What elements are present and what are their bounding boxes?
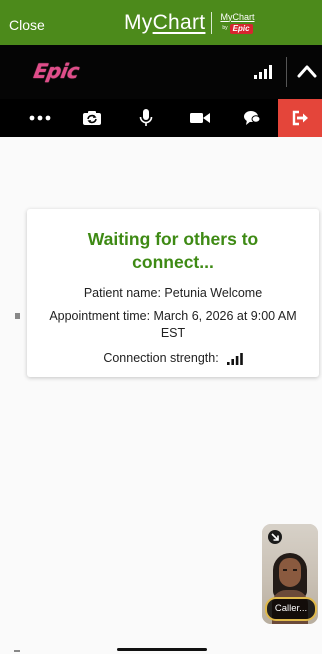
video-visit-header: Epic: [0, 45, 322, 99]
switch-camera-icon: [83, 111, 101, 125]
brand-small-logo: Epic: [229, 23, 253, 34]
chat-button[interactable]: [236, 99, 268, 137]
edge-marker: [15, 313, 20, 319]
brand-divider: [211, 12, 213, 34]
caller-face: [279, 558, 301, 587]
brand-name: MyChart: [124, 11, 206, 34]
chevron-up-icon[interactable]: [296, 61, 318, 83]
epic-logo: Epic: [31, 59, 81, 83]
microphone-button[interactable]: [132, 99, 160, 137]
brand-small-name: MyChart: [220, 11, 255, 22]
appointment-time: Appointment time: March 6, 2026 at 9:00 …: [49, 309, 297, 340]
microphone-icon: [139, 109, 153, 126]
leave-call-button[interactable]: [278, 99, 322, 137]
header-divider: [286, 57, 287, 87]
chat-icon: [244, 111, 261, 125]
patient-name: Patient name: Petunia Welcome: [83, 286, 263, 300]
leave-call-icon: [292, 110, 308, 126]
home-indicator[interactable]: [117, 648, 207, 651]
minimize-self-view-button[interactable]: [268, 530, 282, 544]
minimize-arrow-icon: [271, 533, 279, 541]
mychart-header: Close MyChart MyChart by Epic: [0, 0, 322, 45]
connection-label: Connection strength:: [103, 351, 219, 365]
switch-camera-button[interactable]: [76, 99, 108, 137]
brand-by: by: [222, 25, 228, 31]
self-view-video[interactable]: Caller...: [262, 524, 318, 624]
edge-marker: [14, 650, 20, 652]
mychart-logo: MyChart MyChart by Epic: [124, 10, 254, 36]
video-camera-icon: [190, 113, 210, 123]
waiting-title: Waiting for others to connect...: [87, 229, 259, 272]
caller-label: Caller...: [265, 597, 317, 621]
video-button[interactable]: [184, 99, 216, 137]
caller-eyes: [283, 569, 297, 571]
mychart-by-epic-logo: MyChart by Epic: [220, 11, 255, 34]
call-toolbar: [0, 99, 322, 137]
signal-strength-icon: [226, 352, 243, 365]
signal-bars-icon: [254, 65, 272, 79]
more-options-icon: [29, 115, 51, 121]
waiting-room-card: Waiting for others to connect... Patient…: [27, 209, 319, 377]
more-options-button[interactable]: [22, 99, 58, 137]
close-button[interactable]: Close: [9, 17, 45, 33]
connection-strength: Connection strength:: [27, 350, 319, 367]
